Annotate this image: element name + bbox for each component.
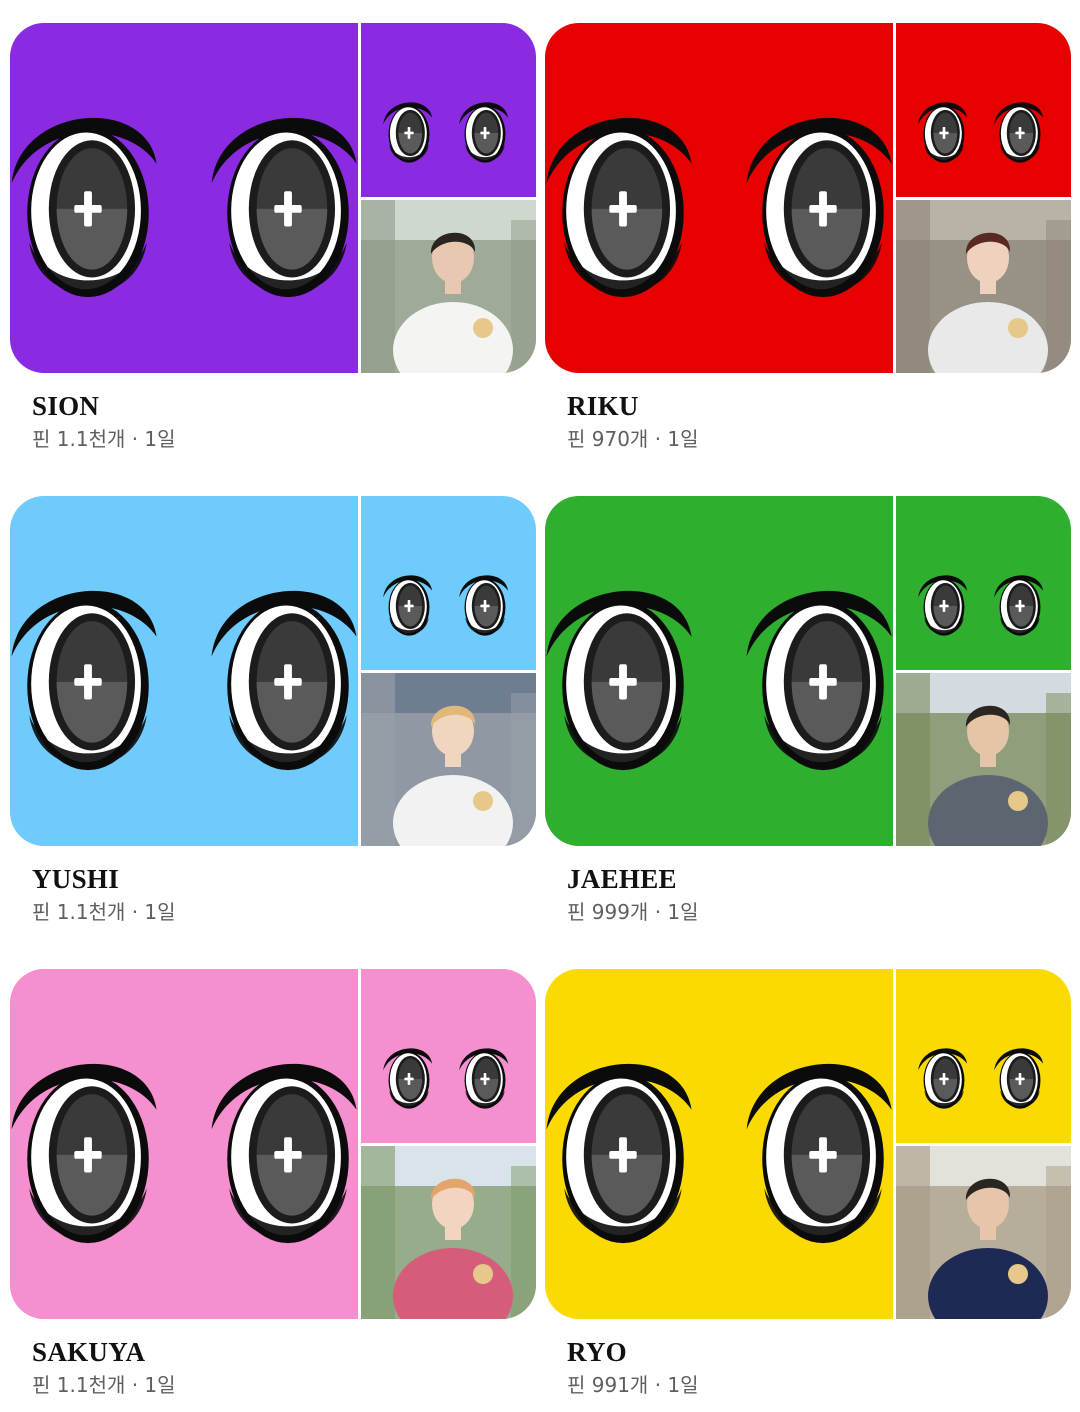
eyes-cover-image xyxy=(545,23,893,373)
board-card-riku[interactable]: RIKU 핀 970개 · 1일 xyxy=(545,23,1071,453)
board-cover[interactable] xyxy=(10,496,536,846)
board-title[interactable]: RIKU xyxy=(567,391,1071,421)
eyes-thumbnail-image xyxy=(361,969,536,1143)
member-photo-thumbnail xyxy=(896,1146,1071,1319)
eyes-thumbnail-image xyxy=(361,23,536,197)
eyes-thumbnail-image xyxy=(896,969,1071,1143)
eyes-cover-image xyxy=(545,969,893,1319)
member-photo-thumbnail xyxy=(361,673,536,846)
board-pin-count: 핀 1.1천개 · 1일 xyxy=(32,900,176,924)
eyes-cover-image xyxy=(10,496,358,846)
board-cover[interactable] xyxy=(545,23,1071,373)
board-title[interactable]: JAEHEE xyxy=(567,864,1071,894)
board-card-sakuya[interactable]: SAKUYA 핀 1.1천개 · 1일 xyxy=(10,969,536,1399)
board-card-jaehee[interactable]: JAEHEE 핀 999개 · 1일 xyxy=(545,496,1071,926)
board-title[interactable]: SION xyxy=(32,391,536,421)
board-card-ryo[interactable]: RYO 핀 991개 · 1일 xyxy=(545,969,1071,1399)
board-pin-count: 핀 970개 · 1일 xyxy=(567,427,699,451)
member-photo-thumbnail xyxy=(896,200,1071,373)
board-cover[interactable] xyxy=(545,496,1071,846)
eyes-cover-image xyxy=(545,496,893,846)
member-photo-thumbnail xyxy=(361,200,536,373)
member-photo-thumbnail xyxy=(361,1146,536,1319)
board-title[interactable]: SAKUYA xyxy=(32,1337,536,1367)
board-cover[interactable] xyxy=(10,23,536,373)
eyes-cover-image xyxy=(10,969,358,1319)
board-card-sion[interactable]: SION 핀 1.1천개 · 1일 xyxy=(10,23,536,453)
eyes-thumbnail-image xyxy=(361,496,536,670)
board-card-yushi[interactable]: YUSHI 핀 1.1천개 · 1일 xyxy=(10,496,536,926)
board-pin-count: 핀 991개 · 1일 xyxy=(567,1373,699,1397)
member-photo-thumbnail xyxy=(896,673,1071,846)
board-pin-count: 핀 1.1천개 · 1일 xyxy=(32,1373,176,1397)
board-title[interactable]: YUSHI xyxy=(32,864,536,894)
eyes-cover-image xyxy=(10,23,358,373)
board-title[interactable]: RYO xyxy=(567,1337,1071,1367)
board-pin-count: 핀 1.1천개 · 1일 xyxy=(32,427,176,451)
board-cover[interactable] xyxy=(10,969,536,1319)
eyes-thumbnail-image xyxy=(896,23,1071,197)
eyes-thumbnail-image xyxy=(896,496,1071,670)
board-pin-count: 핀 999개 · 1일 xyxy=(567,900,699,924)
board-cover[interactable] xyxy=(545,969,1071,1319)
